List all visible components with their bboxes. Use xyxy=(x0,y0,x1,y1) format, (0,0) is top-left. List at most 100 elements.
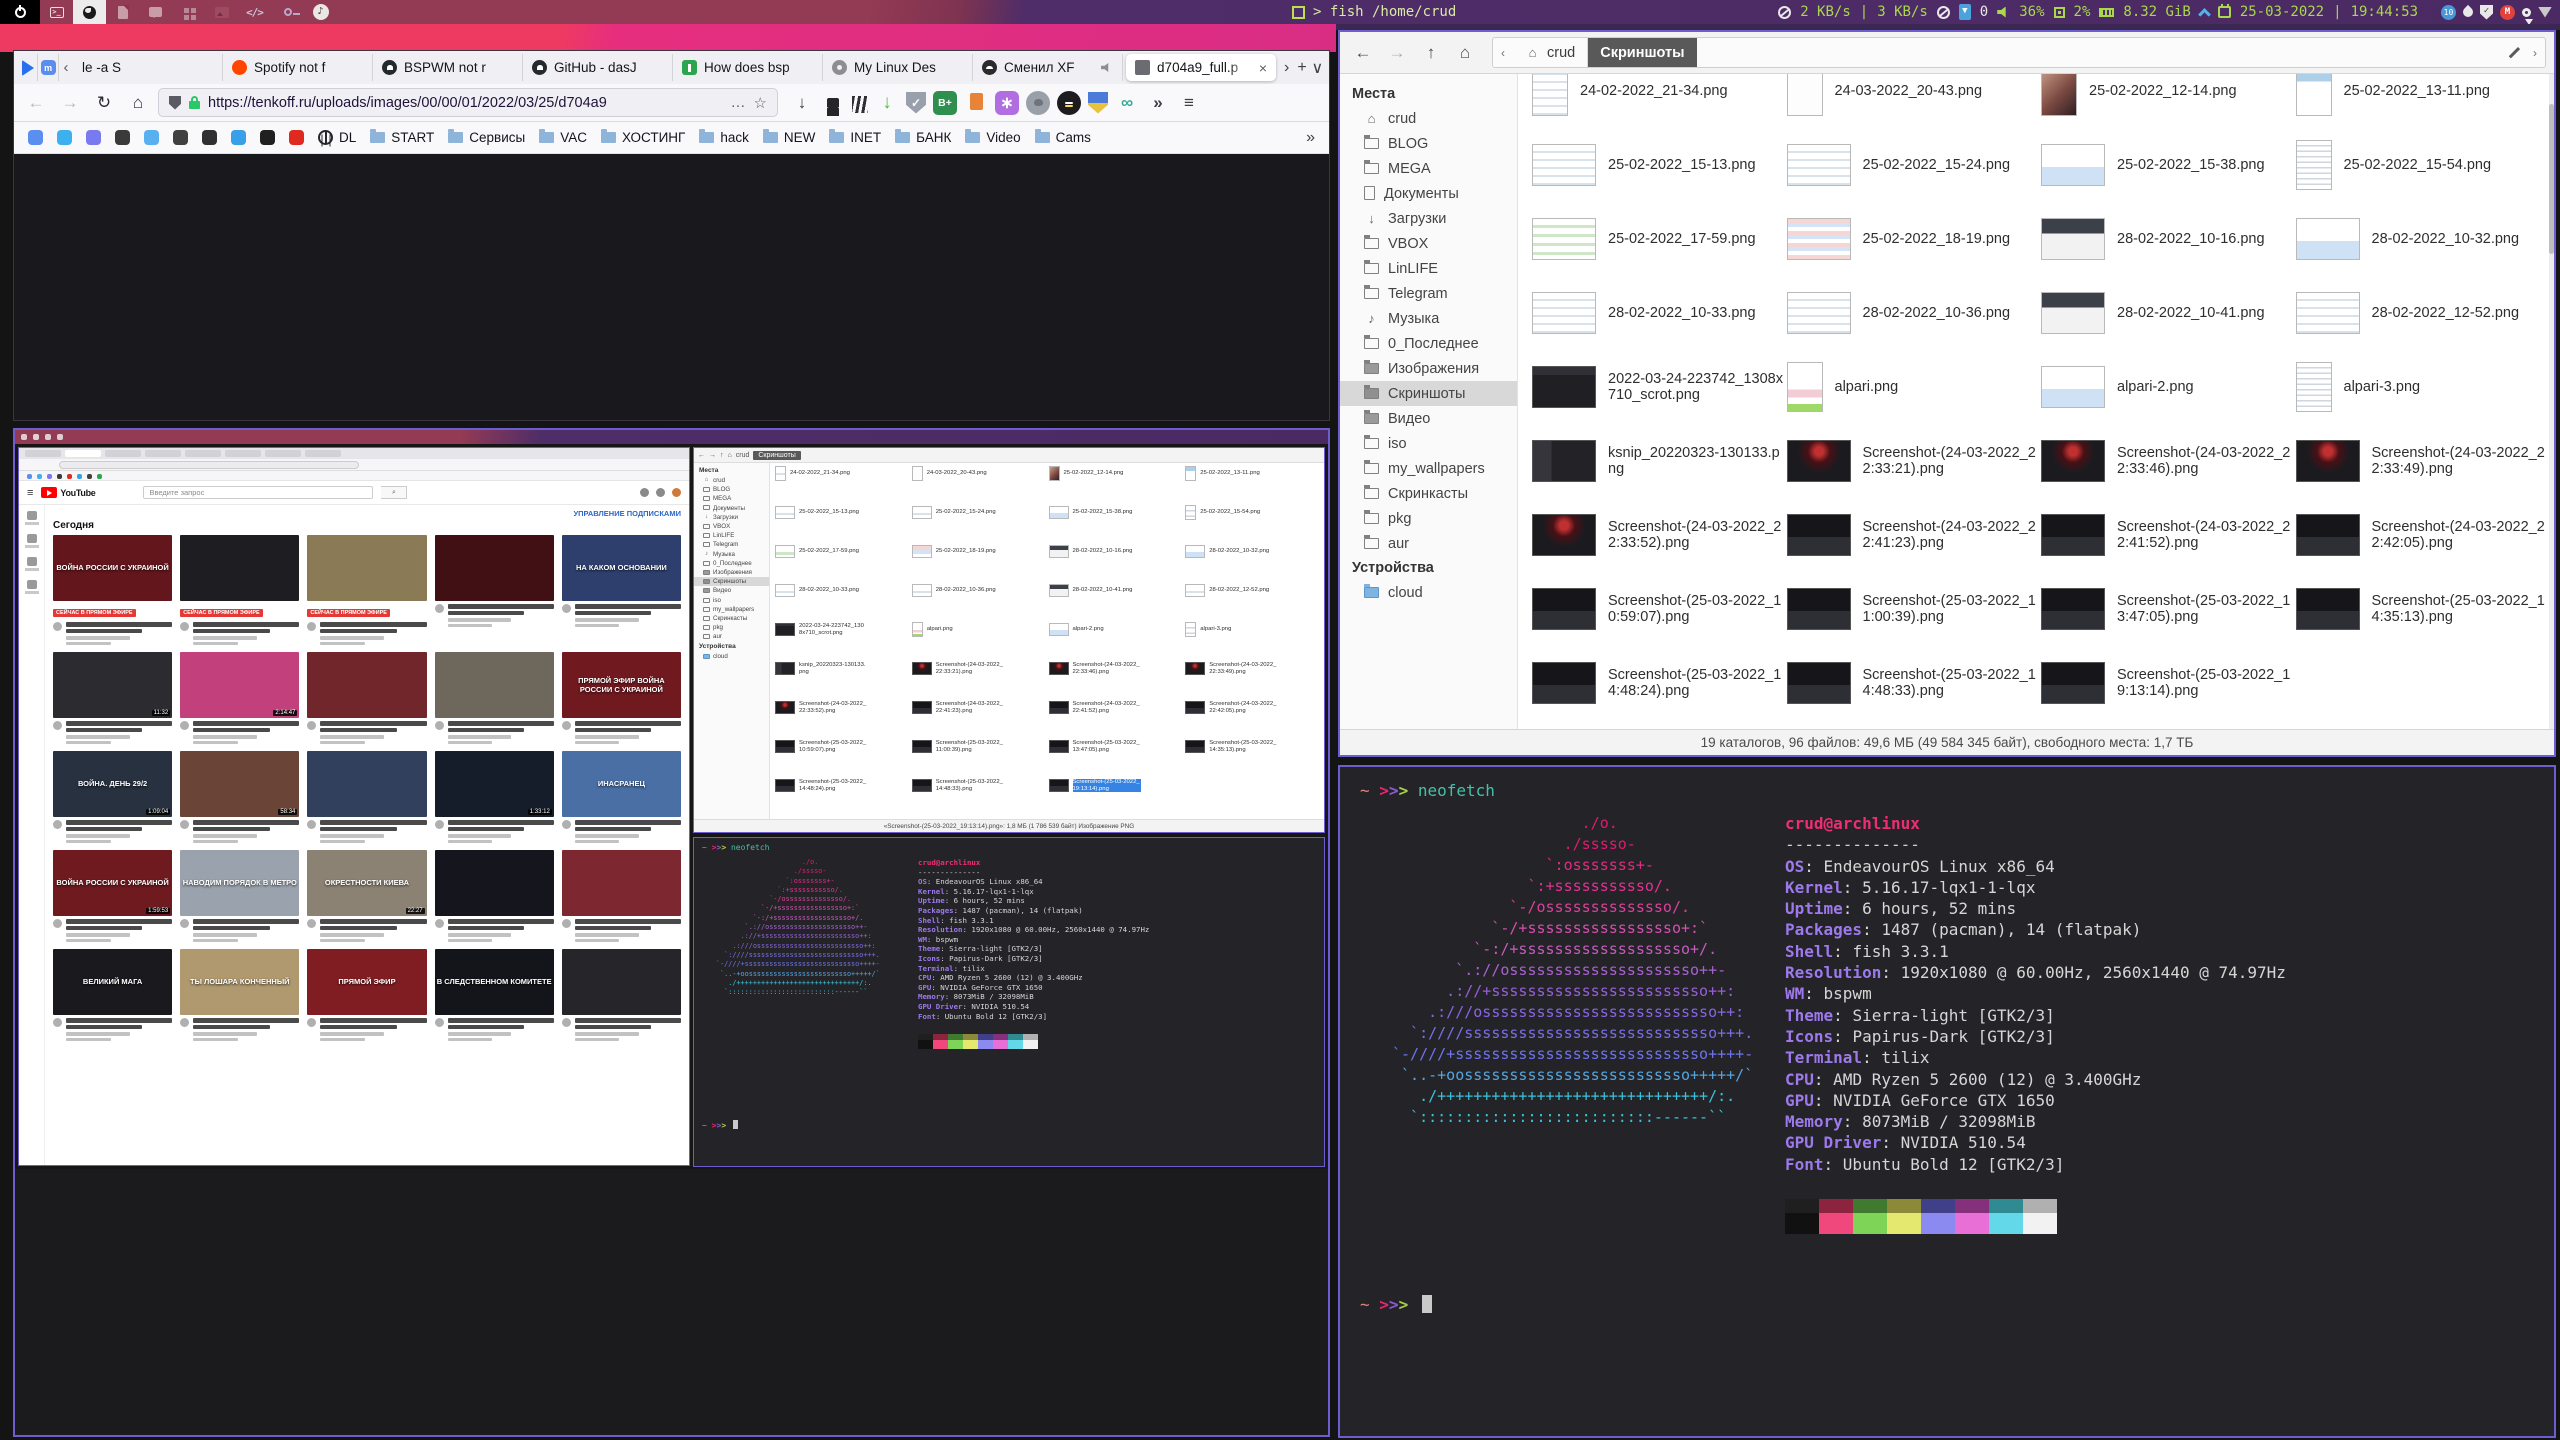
new-tab-button[interactable]: + xyxy=(1294,59,1309,77)
workspace-button[interactable]: </> xyxy=(238,0,271,24)
shield-check-icon[interactable]: ✓ xyxy=(2480,5,2493,20)
tracking-shield-icon[interactable] xyxy=(169,96,181,110)
home-button[interactable]: ⌂ xyxy=(124,89,152,117)
sidebar-item-Видео[interactable]: Видео xyxy=(1340,406,1517,431)
file-item[interactable]: 25-02-2022_15-54.png xyxy=(2296,128,2551,202)
tophat-icon[interactable] xyxy=(821,91,845,115)
bookmark-favicon[interactable] xyxy=(231,130,246,145)
green-arrow-icon[interactable]: ↓ xyxy=(875,91,899,115)
file-item[interactable]: 28-02-2022_10-32.png xyxy=(2296,202,2551,276)
bookmark-folder[interactable]: ХОСТИНГ xyxy=(601,130,685,145)
bookmark-favicon[interactable] xyxy=(115,130,130,145)
bookmark-folder[interactable]: NEW xyxy=(763,130,816,145)
file-item[interactable]: 2022-03-24-223742_1308x710_scrot.png xyxy=(1532,350,1787,424)
browser-tab[interactable] xyxy=(18,54,38,81)
bookmark-folder[interactable]: Video xyxy=(965,130,1020,145)
trash-icon[interactable] xyxy=(964,91,988,115)
workspace-button[interactable]: ♪ xyxy=(304,0,337,24)
file-item[interactable]: Screenshot-(24-03-2022_22:33:52).png xyxy=(1532,498,1787,572)
file-item[interactable]: Screenshot-(25-03-2022_14:35:13).png xyxy=(2296,572,2551,646)
bookmark-folder[interactable]: Сервисы xyxy=(448,130,525,145)
url-bar[interactable]: https://tenkoff.ru/uploads/images/00/00/… xyxy=(158,88,778,117)
reload-button[interactable]: ↻ xyxy=(90,89,118,117)
sidebar-item-pkg[interactable]: pkg xyxy=(1340,506,1517,531)
shield-duo-icon[interactable] xyxy=(1088,92,1108,114)
file-item[interactable]: alpari-2.png xyxy=(2041,350,2296,424)
file-item[interactable]: Screenshot-(25-03-2022_14:48:33).png xyxy=(1787,646,2042,720)
file-item[interactable]: Screenshot-(24-03-2022_22:41:23).png xyxy=(1787,498,2042,572)
mega-icon[interactable]: M xyxy=(2500,5,2515,20)
fm-scrollbar[interactable] xyxy=(2549,74,2554,729)
bookmark-folder[interactable]: hack xyxy=(699,130,749,145)
url-text[interactable]: https://tenkoff.ru/uploads/images/00/00/… xyxy=(208,95,723,111)
sidebar-item-my_wallpapers[interactable]: my_wallpapers xyxy=(1340,456,1517,481)
wifi-icon[interactable] xyxy=(2538,7,2552,18)
pin-icon[interactable] xyxy=(2522,8,2531,17)
asterisk-icon[interactable]: ∗ xyxy=(995,91,1019,115)
library-icon[interactable] xyxy=(852,96,868,113)
workspace-button[interactable] xyxy=(0,0,40,24)
workspace-button[interactable] xyxy=(106,0,139,24)
sidebar-item-Документы[interactable]: Документы xyxy=(1340,181,1517,206)
overflow-icon[interactable]: » xyxy=(1146,91,1170,115)
browser-tab[interactable]: BSPWM not r xyxy=(373,54,523,81)
terminal-window[interactable]: ~ >>> neofetch ./o. ./sssso- `:osssssss+… xyxy=(1338,765,2556,1438)
bookmark-star-button[interactable]: ☆ xyxy=(754,94,767,112)
workspace-button[interactable] xyxy=(172,0,205,24)
sidebar-item-LinLIFE[interactable]: LinLIFE xyxy=(1340,256,1517,281)
page-more-button[interactable]: … xyxy=(731,94,746,111)
file-item[interactable]: ksnip_20220323-130133.png xyxy=(1532,424,1787,498)
tab-muted-icon[interactable] xyxy=(1101,63,1113,72)
file-item[interactable]: Screenshot-(24-03-2022_22:42:05).png xyxy=(2296,498,2551,572)
bookmark-folder[interactable]: INET xyxy=(829,130,881,145)
sidebar-item-crud[interactable]: ⌂crud xyxy=(1340,106,1517,131)
file-item[interactable]: 28-02-2022_10-41.png xyxy=(2041,276,2296,350)
tab-close-button[interactable]: × xyxy=(1259,60,1267,76)
workspace-button[interactable]: >_ xyxy=(40,0,73,24)
sidebar-item-Скриншоты[interactable]: Скриншоты xyxy=(1340,381,1517,406)
fm-forward-button[interactable]: → xyxy=(1382,38,1412,68)
file-item[interactable]: 25-02-2022_18-19.png xyxy=(1787,202,2042,276)
bookmark-favicon[interactable] xyxy=(144,130,159,145)
fm-home-button[interactable]: ⌂ xyxy=(1450,38,1480,68)
file-item[interactable]: Screenshot-(24-03-2022_22:33:49).png xyxy=(2296,424,2551,498)
bookmark-favicon[interactable] xyxy=(86,130,101,145)
sidebar-item-Загрузки[interactable]: ↓Загрузки xyxy=(1340,206,1517,231)
crumb-next-button[interactable]: › xyxy=(2525,46,2545,60)
sidebar-item-MEGA[interactable]: MEGA xyxy=(1340,156,1517,181)
edit-path-icon[interactable] xyxy=(2508,47,2519,58)
volume-icon[interactable] xyxy=(1997,7,2010,18)
bplus-icon[interactable]: B+ xyxy=(933,91,957,115)
sidebar-item-aur[interactable]: aur xyxy=(1340,531,1517,556)
file-item[interactable]: alpari.png xyxy=(1787,350,2042,424)
workspace-button[interactable] xyxy=(139,0,172,24)
file-item[interactable]: 24-02-2022_21-34.png xyxy=(1532,74,1787,128)
browser-tab[interactable]: How does bsp xyxy=(673,54,823,81)
tab-scroll-left-button[interactable]: ‹ xyxy=(59,59,73,76)
file-item[interactable]: 25-02-2022_12-14.png xyxy=(2041,74,2296,128)
crumb-prev-button[interactable]: ‹ xyxy=(1493,46,1513,60)
browser-tab[interactable]: GitHub - dasJ xyxy=(523,54,673,81)
bookmark-favicon[interactable] xyxy=(57,130,72,145)
bookmarks-overflow-button[interactable]: » xyxy=(1306,129,1315,147)
file-item[interactable]: Screenshot-(25-03-2022_11:00:39).png xyxy=(1787,572,2042,646)
browser-tab[interactable]: Сменил XF xyxy=(973,54,1123,81)
shell-prompt[interactable]: ~ >>> xyxy=(1360,1295,1432,1314)
link-icon[interactable]: ∞ xyxy=(1115,91,1139,115)
file-item[interactable]: Screenshot-(24-03-2022_22:33:46).png xyxy=(2041,424,2296,498)
sidebar-item-cloud[interactable]: cloud xyxy=(1340,580,1517,605)
back-button[interactable]: ← xyxy=(22,89,50,117)
browser-tab[interactable]: My Linux Des xyxy=(823,54,973,81)
browser-tab[interactable]: d704a9_full.p× xyxy=(1126,54,1276,81)
file-item[interactable]: 25-02-2022_15-24.png xyxy=(1787,128,2042,202)
file-item[interactable]: 25-02-2022_17-59.png xyxy=(1532,202,1787,276)
workspace-button[interactable] xyxy=(73,0,106,24)
file-item[interactable]: 28-02-2022_10-33.png xyxy=(1532,276,1787,350)
sidebar-item-Музыка[interactable]: ♪Музыка xyxy=(1340,306,1517,331)
file-item[interactable]: 25-02-2022_13-11.png xyxy=(2296,74,2551,128)
file-item[interactable]: 25-02-2022_15-38.png xyxy=(2041,128,2296,202)
bookmark-favicon[interactable] xyxy=(173,130,188,145)
updates-icon[interactable] xyxy=(2198,8,2211,21)
file-item[interactable]: Screenshot-(24-03-2022_22:33:21).png xyxy=(1787,424,2042,498)
sidebar-item-Telegram[interactable]: Telegram xyxy=(1340,281,1517,306)
